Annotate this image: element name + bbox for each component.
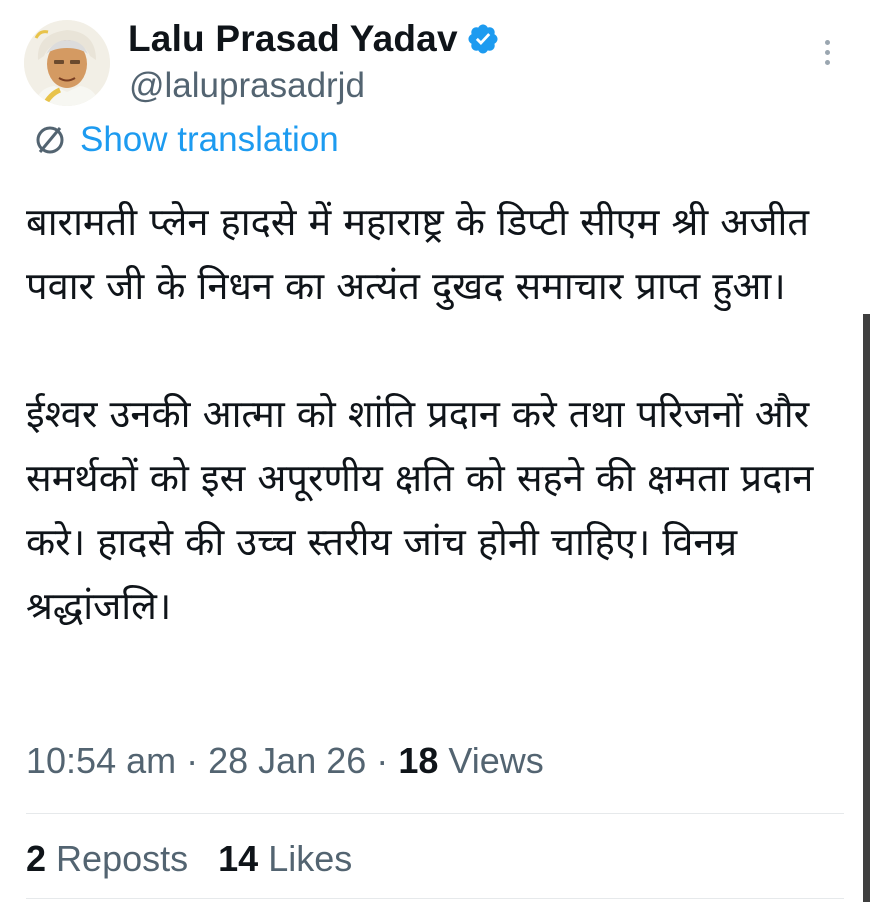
- name-row: Lalu Prasad Yadav: [128, 18, 500, 60]
- more-options-icon[interactable]: [820, 40, 834, 74]
- show-translation-link[interactable]: Show translation: [32, 120, 339, 160]
- likes-stat[interactable]: 14 Likes: [218, 838, 352, 879]
- tweet-date[interactable]: 28 Jan 26: [208, 740, 366, 781]
- avatar[interactable]: [24, 20, 110, 106]
- meta-separator: ·: [376, 740, 389, 781]
- tweet-paragraph: ईश्वर उनकी आत्मा को शांति प्रदान करे तथा…: [26, 392, 814, 628]
- tweet-time[interactable]: 10:54 am: [26, 740, 176, 781]
- divider: [26, 813, 844, 814]
- tweet-card: Lalu Prasad Yadav @laluprasadrjd Show tr…: [0, 0, 870, 902]
- tweet-header: Lalu Prasad Yadav @laluprasadrjd: [24, 14, 854, 114]
- tweet-meta: 10:54 am · 28 Jan 26 · 18 Views: [26, 740, 544, 782]
- tweet-paragraph: बारामती प्लेन हादसे में महाराष्ट्र के डि…: [26, 200, 810, 308]
- scrollbar[interactable]: [863, 314, 870, 902]
- views-label: Views: [448, 740, 544, 781]
- reposts-stat[interactable]: 2 Reposts: [26, 838, 188, 879]
- avatar-portrait-icon: [24, 20, 110, 106]
- meta-separator: ·: [186, 740, 199, 781]
- likes-label: Likes: [268, 838, 353, 879]
- divider: [26, 898, 844, 899]
- verified-badge-icon: [468, 24, 498, 54]
- reposts-count: 2: [26, 838, 47, 879]
- likes-count: 14: [218, 838, 259, 879]
- views-count: 18: [398, 740, 439, 781]
- engagement-stats: 2 Reposts 14 Likes: [26, 838, 352, 880]
- translate-icon: [36, 126, 64, 154]
- tweet-text: बारामती प्लेन हादसे में महाराष्ट्र के डि…: [26, 190, 846, 638]
- display-name[interactable]: Lalu Prasad Yadav: [128, 18, 458, 60]
- author-handle[interactable]: @laluprasadrjd: [129, 66, 365, 106]
- show-translation-label[interactable]: Show translation: [80, 120, 339, 160]
- reposts-label: Reposts: [56, 838, 189, 879]
